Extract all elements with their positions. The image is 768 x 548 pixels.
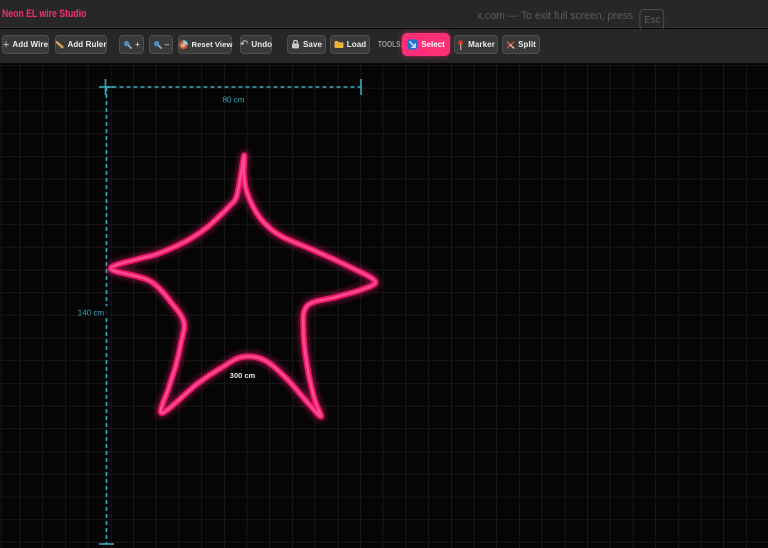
svg-text:300 cm: 300 cm [230,371,256,380]
svg-text:140 cm: 140 cm [78,309,105,318]
svg-text:80 cm: 80 cm [223,96,245,105]
